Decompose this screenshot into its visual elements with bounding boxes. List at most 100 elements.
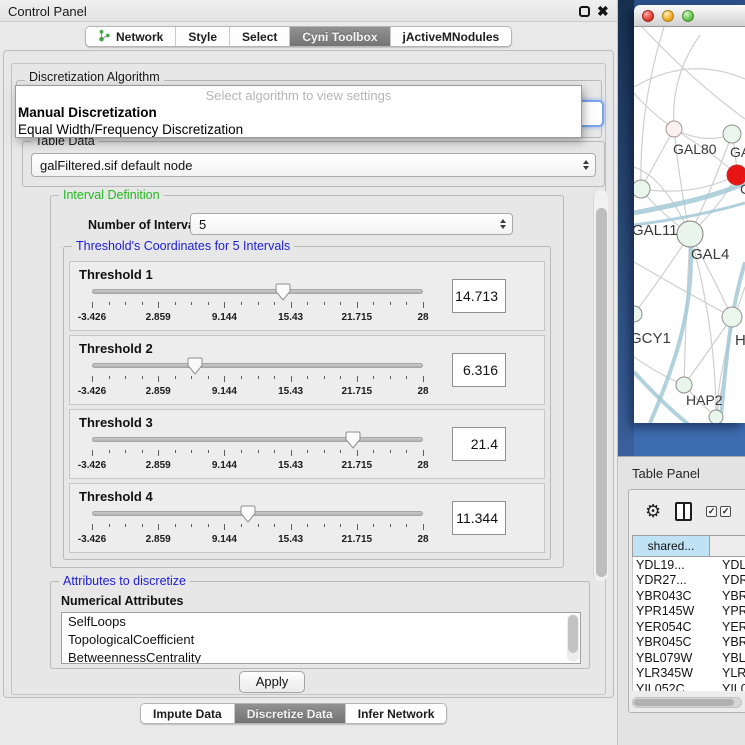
tick-mark <box>92 302 93 308</box>
node-top-right[interactable] <box>723 125 741 143</box>
minimize-traffic-light-icon[interactable] <box>662 10 674 22</box>
tick-label: 2.859 <box>146 460 171 471</box>
network-edge[interactable] <box>634 234 690 314</box>
network-canvas[interactable]: GAL80GACGAL11GAL4GCY1HHAP2 <box>634 27 745 423</box>
tab-label: Network <box>116 30 163 44</box>
horizontal-scrollbar-thumb[interactable] <box>634 699 734 706</box>
tab-infer-network[interactable]: Infer Network <box>346 704 447 723</box>
node-bottom[interactable] <box>709 410 723 423</box>
horizontal-scrollbar[interactable] <box>632 697 742 708</box>
algorithm-option-equal-width[interactable]: Equal Width/Frequency Discretization <box>16 121 581 138</box>
tab-network[interactable]: Network <box>86 27 176 46</box>
tick-mark <box>390 302 391 305</box>
close-traffic-light-icon[interactable] <box>642 10 654 22</box>
table-row[interactable]: YIL052CYIL052C <box>633 681 745 691</box>
vertical-scrollbar[interactable] <box>593 190 608 581</box>
list-scrollbar-thumb[interactable] <box>568 615 578 653</box>
tick-label: -3.426 <box>78 386 106 397</box>
threshold-slider[interactable]: -3.4262.8599.14415.4321.71528 <box>92 511 423 551</box>
algorithm-option-manual[interactable]: Manual Discretization <box>16 104 581 121</box>
cell-shared-name: YBL079W <box>633 651 708 665</box>
network-edge[interactable] <box>674 35 700 129</box>
table-row[interactable]: YLR345WYLR345W <box>633 666 745 682</box>
node-label-gal11: GAL11 <box>634 222 678 239</box>
node-right-mid[interactable] <box>722 307 742 327</box>
tick-label: 9.144 <box>212 534 237 545</box>
tab-impute-data[interactable]: Impute Data <box>141 704 235 723</box>
threshold-label: Threshold 2 <box>79 341 153 356</box>
checkbox-icon[interactable]: ✓ <box>706 506 717 517</box>
list-item-selfloops[interactable]: SelfLoops <box>62 613 580 631</box>
table-row[interactable]: YBR045CYBR045C <box>633 635 745 651</box>
scrollbar-thumb[interactable] <box>596 208 607 577</box>
tick-mark <box>340 450 341 453</box>
list-scrollbar[interactable] <box>567 614 579 662</box>
node-gal80[interactable] <box>666 121 682 137</box>
slider-thumb[interactable] <box>345 431 361 449</box>
column-header-shared[interactable]: shared... <box>632 535 710 557</box>
table-row[interactable]: YPR145WYPR145W <box>633 604 745 620</box>
top-tab-bar: Network StyleSelectCyni ToolboxjActiveMNo… <box>85 26 512 47</box>
slider-thumb[interactable] <box>275 283 291 301</box>
network-edge[interactable] <box>634 87 674 129</box>
numerical-attributes-list[interactable]: SelfLoopsTopologicalCoefficientBetweenne… <box>61 612 581 664</box>
network-edge[interactable] <box>641 129 674 189</box>
tab-style[interactable]: Style <box>176 27 230 46</box>
table-row[interactable]: YBR043CYBR043C <box>633 588 745 604</box>
network-window-titlebar[interactable] <box>634 5 745 27</box>
network-edge[interactable] <box>641 27 664 189</box>
node-hap2[interactable] <box>676 377 692 393</box>
table-row[interactable]: YDL19...YDL19... <box>633 557 745 573</box>
number-of-intervals-combobox[interactable]: 5 <box>190 213 513 235</box>
tab-cyni-toolbox[interactable]: Cyni Toolbox <box>290 27 390 46</box>
threshold-value-field[interactable]: 6.316 <box>452 353 506 387</box>
list-item-topologicalcoefficient[interactable]: TopologicalCoefficient <box>62 631 580 649</box>
node-gal4[interactable] <box>677 221 703 247</box>
tick-mark <box>258 524 259 527</box>
network-edge[interactable] <box>634 262 732 317</box>
threshold-value-field[interactable]: 21.4 <box>452 427 506 461</box>
threshold-value-field[interactable]: 14.713 <box>452 279 506 313</box>
tab-jactivemnodules[interactable]: jActiveMNodules <box>391 27 512 46</box>
list-item-betweennesscentrality[interactable]: BetweennessCentrality <box>62 649 580 664</box>
cell-name: YBR045C <box>708 635 745 649</box>
threshold-slider[interactable]: -3.4262.8599.14415.4321.71528 <box>92 289 423 329</box>
threshold-row-3: Threshold 3-3.4262.8599.14415.4321.71528… <box>69 409 545 479</box>
checkbox-icon[interactable]: ✓ <box>720 506 731 517</box>
tick-mark <box>142 450 143 453</box>
column-header-name[interactable]: name <box>710 535 745 557</box>
tick-label: -3.426 <box>78 534 106 545</box>
apply-button[interactable]: Apply <box>239 671 305 693</box>
cell-name: YDR27... <box>708 573 745 587</box>
threshold-value-field[interactable]: 11.344 <box>452 501 506 535</box>
tick-mark <box>191 302 192 305</box>
threshold-label: Threshold 4 <box>79 489 153 504</box>
slider-thumb[interactable] <box>240 505 256 523</box>
float-window-icon[interactable] <box>579 6 590 17</box>
threshold-slider[interactable]: -3.4262.8599.14415.4321.71528 <box>92 437 423 477</box>
interval-definition-group: Interval Definition Number of Intervals … <box>50 195 564 568</box>
table-row[interactable]: YDR27...YDR27... <box>633 573 745 589</box>
node-gcy1[interactable] <box>634 306 642 322</box>
gear-icon[interactable]: ⚙ <box>645 502 661 520</box>
table-row[interactable]: YER054CYER054C <box>633 619 745 635</box>
cell-name: YBL079W <box>708 651 745 665</box>
close-icon[interactable]: ✖ <box>597 3 609 20</box>
split-columns-icon[interactable] <box>675 502 692 521</box>
tick-label: 21.715 <box>342 460 373 471</box>
tick-mark <box>208 450 209 453</box>
tick-mark <box>175 450 176 453</box>
algorithm-placeholder-option[interactable]: Select algorithm to view settings <box>16 87 581 104</box>
node-gal11[interactable] <box>634 180 650 198</box>
zoom-traffic-light-icon[interactable] <box>682 10 694 22</box>
cell-shared-name: YPR145W <box>633 604 708 618</box>
table-row[interactable]: YBL079WYBL079W <box>633 650 745 666</box>
table-data-combobox[interactable]: galFiltered.sif default node <box>31 153 596 177</box>
slider-thumb[interactable] <box>187 357 203 375</box>
tab-discretize-data[interactable]: Discretize Data <box>235 704 346 723</box>
tab-select[interactable]: Select <box>230 27 290 46</box>
network-edge[interactable] <box>641 175 737 191</box>
threshold-slider[interactable]: -3.4262.8599.14415.4321.71528 <box>92 363 423 403</box>
tick-label: 15.43 <box>278 460 303 471</box>
network-view-window[interactable]: GAL80GACGAL11GAL4GCY1HHAP2 <box>634 5 745 423</box>
